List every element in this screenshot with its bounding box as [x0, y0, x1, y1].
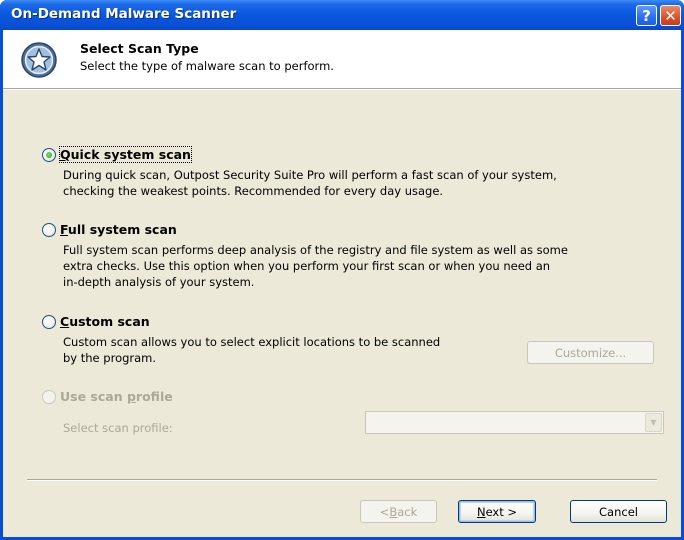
label-text: Use scan: [60, 389, 127, 404]
next-button[interactable]: Next >: [458, 500, 536, 523]
title-bar[interactable]: On-Demand Malware Scanner ? ✕: [0, 0, 684, 30]
radio-quick-scan[interactable]: [42, 148, 56, 162]
description-line: checking the weakest points. Recommended…: [63, 184, 444, 198]
radio-custom-scan[interactable]: [42, 315, 56, 329]
option-custom-scan-description: Custom scan allows you to select explici…: [63, 334, 440, 366]
cancel-button[interactable]: Cancel: [570, 500, 667, 523]
back-button[interactable]: < Back: [360, 500, 437, 523]
chevron-down-icon[interactable]: ▼: [645, 413, 662, 432]
close-icon: ✕: [664, 6, 677, 25]
scanner-shield-icon: [21, 42, 57, 78]
scan-profile-select[interactable]: ▼: [365, 411, 664, 434]
next-label: ext >: [485, 504, 518, 519]
radio-scan-profile[interactable]: [42, 390, 56, 404]
dialog-window: On-Demand Malware Scanner ? ✕ Select Sca…: [0, 0, 684, 540]
mnemonic-f: F: [60, 222, 68, 237]
customize-button[interactable]: Customize...: [527, 341, 654, 364]
mnemonic-n: N: [476, 504, 486, 519]
scan-profile-label: Select scan profile:: [63, 421, 173, 435]
option-full-scan-label[interactable]: Full system scan: [60, 222, 177, 237]
option-full-scan-description: Full system scan performs deep analysis …: [63, 242, 568, 290]
back-label: ack: [397, 504, 418, 519]
mnemonic-c: C: [60, 314, 70, 329]
header-subtitle: Select the type of malware scan to perfo…: [80, 59, 334, 73]
header-divider: [3, 89, 681, 90]
help-icon: ?: [642, 6, 651, 25]
option-quick-scan-description: During quick scan, Outpost Security Suit…: [63, 167, 557, 199]
dialog-client: Select Scan Type Select the type of malw…: [3, 30, 681, 537]
back-prefix: <: [379, 504, 390, 519]
header-title: Select Scan Type: [80, 41, 199, 56]
description-line: During quick scan, Outpost Security Suit…: [63, 168, 557, 182]
help-button[interactable]: ?: [636, 5, 657, 26]
label-text: ustom scan: [69, 314, 150, 329]
option-scan-profile-label[interactable]: Use scan profile: [60, 389, 173, 404]
window-title: On-Demand Malware Scanner: [11, 6, 237, 22]
option-quick-scan-label[interactable]: Quick system scan: [59, 146, 192, 163]
description-line: in-depth analysis of your system.: [63, 275, 255, 289]
wizard-header: Select Scan Type Select the type of malw…: [3, 30, 681, 89]
mnemonic-b: B: [389, 504, 398, 519]
footer-divider: [27, 479, 657, 481]
mnemonic-q: Q: [60, 147, 71, 162]
close-button[interactable]: ✕: [660, 5, 681, 26]
label-text: rofile: [135, 389, 173, 404]
option-custom-scan-label[interactable]: Custom scan: [60, 314, 150, 329]
description-line: Full system scan performs deep analysis …: [63, 243, 568, 257]
mnemonic-p: p: [126, 389, 136, 404]
label-text: uick system scan: [70, 147, 191, 162]
radio-full-scan[interactable]: [42, 223, 56, 237]
description-line: extra checks. Use this option when you p…: [63, 259, 551, 273]
label-text: ull system scan: [67, 222, 177, 237]
description-line: by the program.: [63, 351, 157, 365]
description-line: Custom scan allows you to select explici…: [63, 335, 441, 349]
